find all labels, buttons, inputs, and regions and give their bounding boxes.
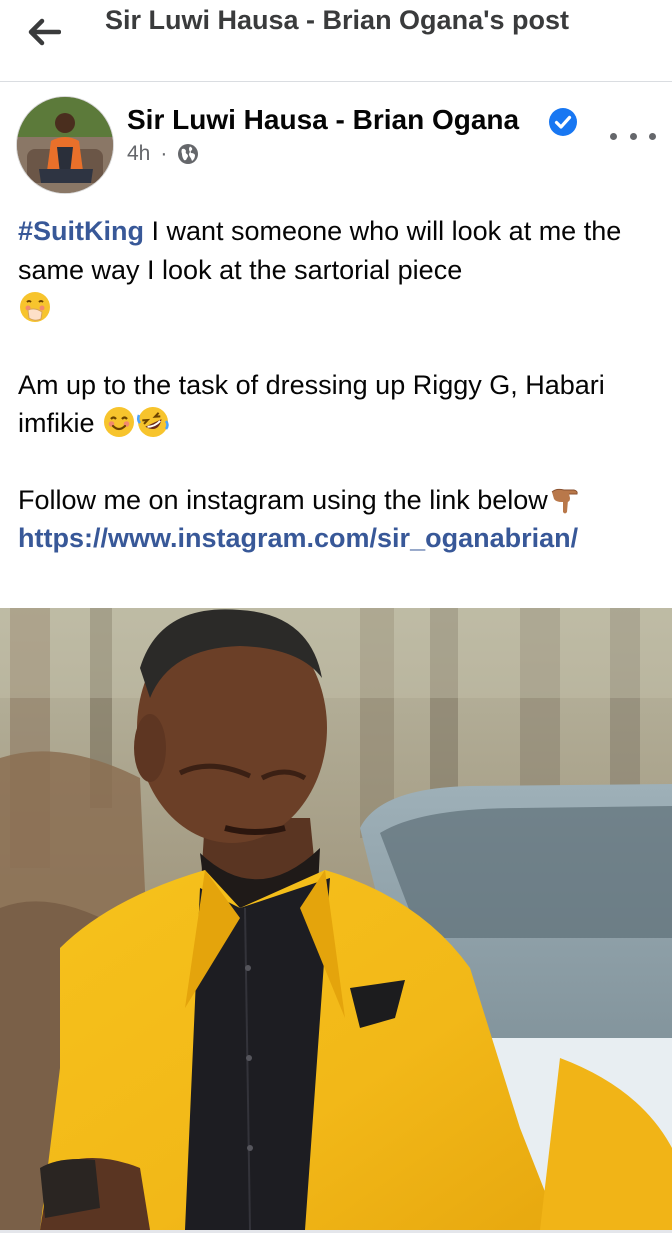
- avatar[interactable]: [17, 97, 113, 193]
- top-bar: Sir Luwi Hausa - Brian Ogana's post: [0, 0, 672, 82]
- post-paragraph-3: Follow me on instagram using the link be…: [18, 481, 658, 558]
- rolling-on-floor-laughing-emoji-icon: [136, 407, 169, 437]
- dot-2: [629, 132, 637, 140]
- post-time[interactable]: 4h: [127, 142, 150, 166]
- page-title: Sir Luwi Hausa - Brian Ogana's post: [105, 5, 570, 35]
- dot-3: [649, 132, 656, 140]
- meta-separator: ·: [160, 142, 168, 165]
- post-header: Sir Luwi Hausa - Brian Ogana 4h ·: [0, 82, 672, 200]
- post-text-line-3: Follow me on instagram using the link be…: [18, 484, 548, 515]
- hashtag-link[interactable]: #SuitKing: [18, 216, 144, 246]
- back-button[interactable]: [22, 14, 66, 50]
- dot-1: [610, 132, 617, 140]
- post-paragraph-1: #SuitKing I want someone who will look a…: [18, 212, 658, 328]
- globe-icon: [178, 144, 199, 164]
- verified-badge-icon: [549, 108, 577, 136]
- author-name[interactable]: Sir Luwi Hausa - Brian Ogana: [127, 104, 519, 136]
- post-paragraph-2: Am up to the task of dressing up Riggy G…: [18, 366, 658, 443]
- post-photo[interactable]: [0, 608, 672, 1230]
- post-photo-image: [0, 608, 672, 1230]
- backhand-index-pointing-down-emoji-icon: [551, 488, 578, 513]
- arrow-left-icon: [28, 18, 61, 46]
- face-with-hand-over-mouth-emoji-icon: [20, 292, 50, 322]
- more-options-button[interactable]: [610, 124, 656, 148]
- smiling-face-emoji-icon: [104, 407, 135, 437]
- post-text: #SuitKing I want someone who will look a…: [18, 212, 658, 558]
- post-meta: 4h ·: [127, 142, 199, 166]
- instagram-link[interactable]: https://www.instagram.com/sir_oganabrian…: [18, 523, 578, 553]
